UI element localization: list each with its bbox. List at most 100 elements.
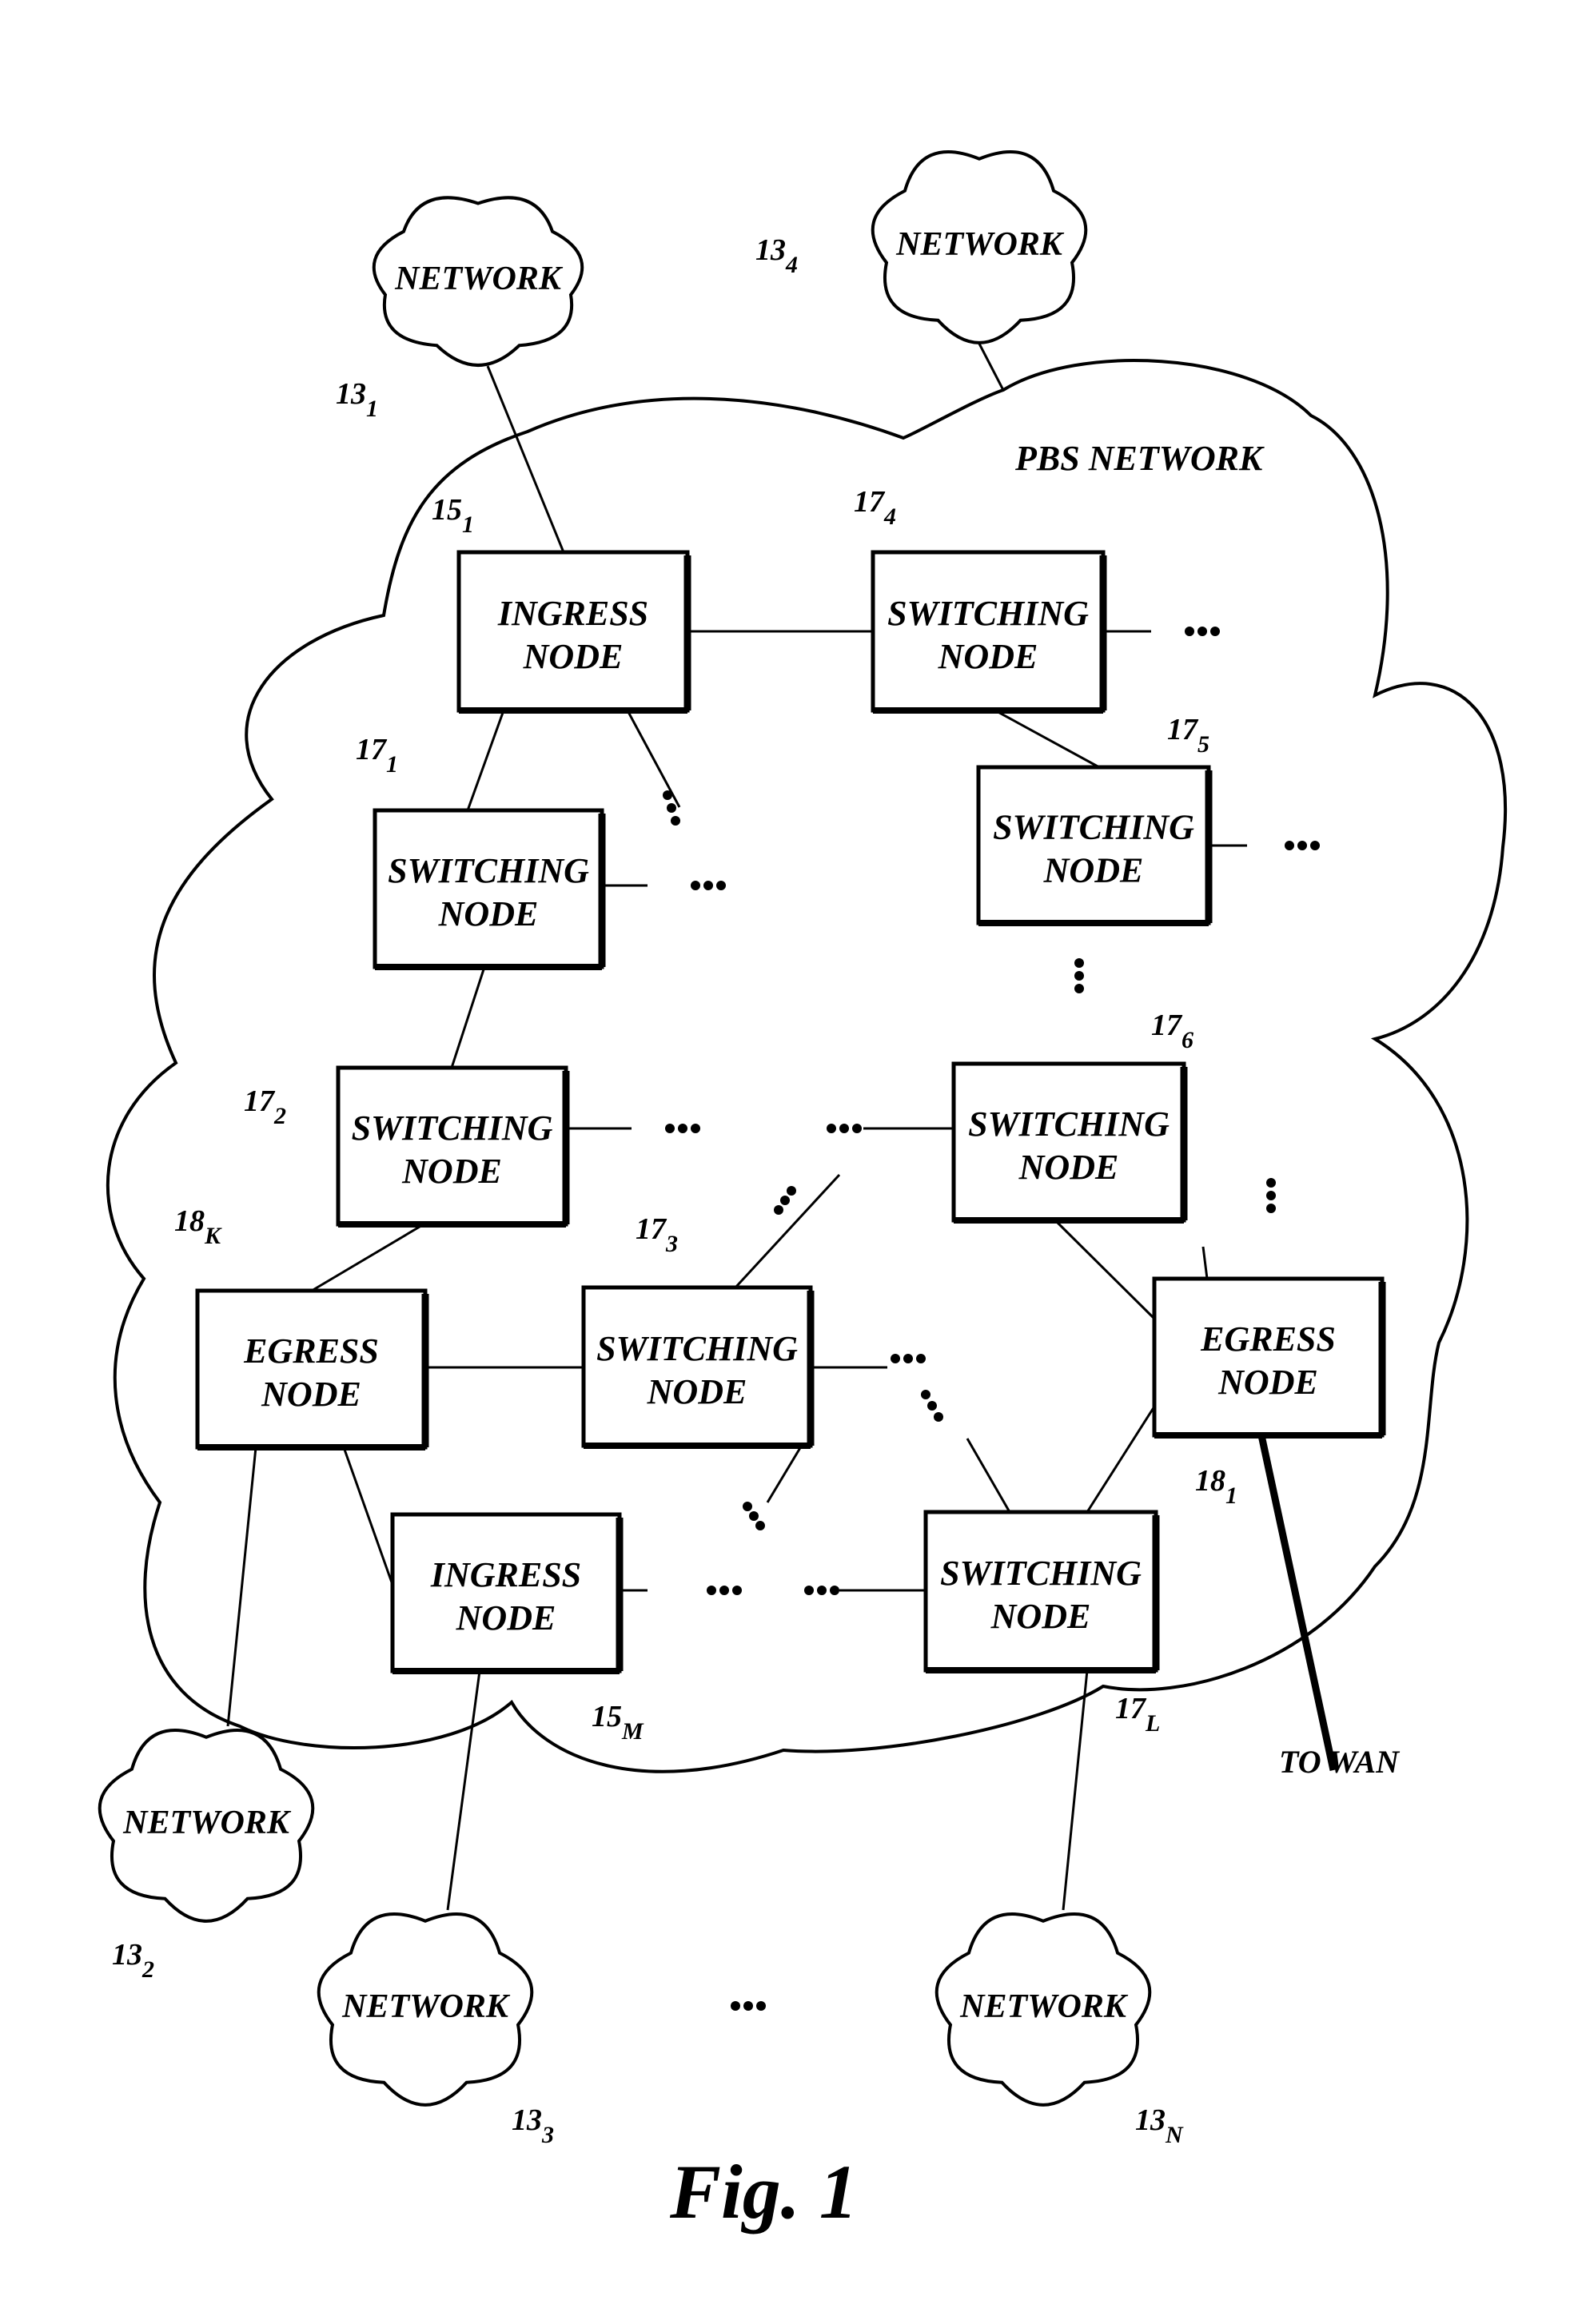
ellipsis-dots — [804, 1586, 839, 1595]
network-link — [1086, 1406, 1156, 1513]
ellipsis-dot — [1210, 627, 1220, 636]
switching-node: SWITCHING NODE 171 — [356, 733, 606, 970]
ellipsis-dot — [839, 1124, 849, 1133]
ellipsis-dot — [903, 1354, 913, 1363]
ellipsis-dot — [1297, 841, 1307, 850]
network-link — [226, 1447, 257, 1727]
reference-number: 15 — [592, 1700, 622, 1733]
reference-subscript: 3 — [541, 2122, 554, 2148]
ingress-node: INGRESS NODE 151 — [432, 493, 691, 714]
node-label-line2: NODE — [1043, 851, 1144, 890]
reference-number: 17 — [1115, 1692, 1147, 1725]
reference-subscript: 1 — [386, 751, 398, 778]
reference-subscript: L — [1145, 1710, 1160, 1737]
ellipsis-dot — [1285, 841, 1294, 850]
ellipsis-dot — [1266, 1191, 1276, 1200]
reference-number: 17 — [1151, 1009, 1183, 1042]
network-link — [626, 710, 681, 808]
network-link — [466, 710, 505, 811]
ellipsis-dot — [891, 1354, 900, 1363]
reference-number: 17 — [854, 485, 886, 519]
node-label-line2: NODE — [401, 1152, 502, 1191]
ellipsis-dot — [749, 1511, 759, 1521]
ellipsis-dot — [916, 1354, 926, 1363]
reference-subscript: 6 — [1182, 1027, 1193, 1053]
node-label-line1: SWITCHING — [388, 851, 589, 890]
reference-subscript: 5 — [1197, 731, 1209, 758]
ellipsis-dot — [787, 1186, 796, 1196]
wan-link — [1257, 1435, 1337, 1771]
reference-subscript: 2 — [141, 1956, 154, 1983]
ellipsis-dots — [1285, 841, 1320, 850]
ellipsis-dot — [716, 881, 726, 890]
ellipsis-dots — [1074, 958, 1084, 993]
reference-numeral: 132 — [112, 1938, 154, 1983]
network-link — [1054, 1219, 1156, 1320]
ellipsis-dots — [743, 1502, 765, 1530]
node-label-line1: SWITCHING — [968, 1104, 1170, 1144]
ellipsis-dots — [921, 1390, 943, 1422]
reference-number: 17 — [244, 1084, 276, 1118]
ellipsis-dot — [691, 1124, 700, 1133]
reference-number: 13 — [336, 377, 366, 411]
node-label-line1: SWITCHING — [993, 808, 1194, 847]
reference-subscript: M — [621, 1718, 644, 1745]
ellipsis-dot — [1074, 984, 1084, 993]
network-link — [446, 1670, 481, 1911]
figure-caption: Fig. 1 — [669, 2149, 858, 2234]
ellipsis-dot — [743, 2001, 753, 2011]
network-label: NETWORK — [122, 1805, 292, 1841]
ellipsis-dot — [743, 1502, 752, 1511]
reference-subscript: 1 — [1225, 1482, 1237, 1509]
network-link — [994, 709, 1100, 769]
ellipsis-dot — [678, 1124, 687, 1133]
reference-numeral: 176 — [1151, 1009, 1193, 1053]
node-label-line2: NODE — [1018, 1148, 1119, 1187]
network-link — [966, 1438, 1011, 1513]
network-label: NETWORK — [341, 1988, 511, 2025]
network-link — [342, 1447, 393, 1583]
to-wan-label: TO WAN — [1279, 1744, 1401, 1780]
ellipsis-dot — [780, 1196, 790, 1205]
network-link — [450, 966, 486, 1068]
ellipsis-dot — [1266, 1178, 1276, 1188]
ellipsis-dot — [921, 1390, 930, 1399]
reference-numeral: 15M — [592, 1700, 644, 1745]
reference-numeral: 174 — [854, 485, 896, 530]
node-label-line2: NODE — [261, 1375, 361, 1414]
node-label-line2: NODE — [647, 1372, 747, 1411]
network-link — [978, 343, 1005, 391]
node-label-line1: INGRESS — [430, 1555, 581, 1594]
reference-numeral: 173 — [636, 1212, 678, 1257]
switching-node: SWITCHING NODE 173 — [581, 1212, 815, 1449]
ellipsis-dot — [756, 2001, 766, 2011]
network-link — [1062, 1669, 1089, 1911]
reference-number: 18 — [174, 1204, 205, 1238]
ellipsis-dots — [891, 1354, 926, 1363]
ellipsis-dot — [1266, 1204, 1276, 1213]
reference-numeral: 133 — [512, 2103, 554, 2148]
ellipsis-dot — [852, 1124, 862, 1133]
ellipsis-dot — [934, 1412, 943, 1422]
node-label-line2: NODE — [938, 637, 1038, 676]
network-label: NETWORK — [959, 1988, 1129, 2025]
network-label: NETWORK — [394, 261, 564, 297]
ellipsis-dot — [665, 1124, 675, 1133]
switching-node: SWITCHING NODE 17L — [923, 1510, 1160, 1737]
reference-numeral: 172 — [244, 1084, 286, 1129]
ellipsis-dots — [707, 1586, 742, 1595]
reference-number: 17 — [1167, 713, 1199, 746]
reference-number: 13 — [1135, 2103, 1166, 2137]
node-label-line1: SWITCHING — [887, 594, 1089, 633]
reference-number: 17 — [356, 733, 388, 766]
reference-number: 18 — [1195, 1464, 1225, 1498]
reference-subscript: 2 — [273, 1103, 286, 1129]
node-label-line1: INGRESS — [497, 594, 648, 633]
ellipsis-dot — [927, 1401, 937, 1411]
ellipsis-dot — [774, 1205, 783, 1215]
switching-node: SWITCHING NODE 176 — [951, 1009, 1193, 1224]
reference-numeral: 131 — [336, 377, 378, 422]
node-label-line2: NODE — [456, 1598, 556, 1638]
reference-numeral: 13N — [1135, 2103, 1184, 2148]
ellipsis-dot — [827, 1124, 836, 1133]
